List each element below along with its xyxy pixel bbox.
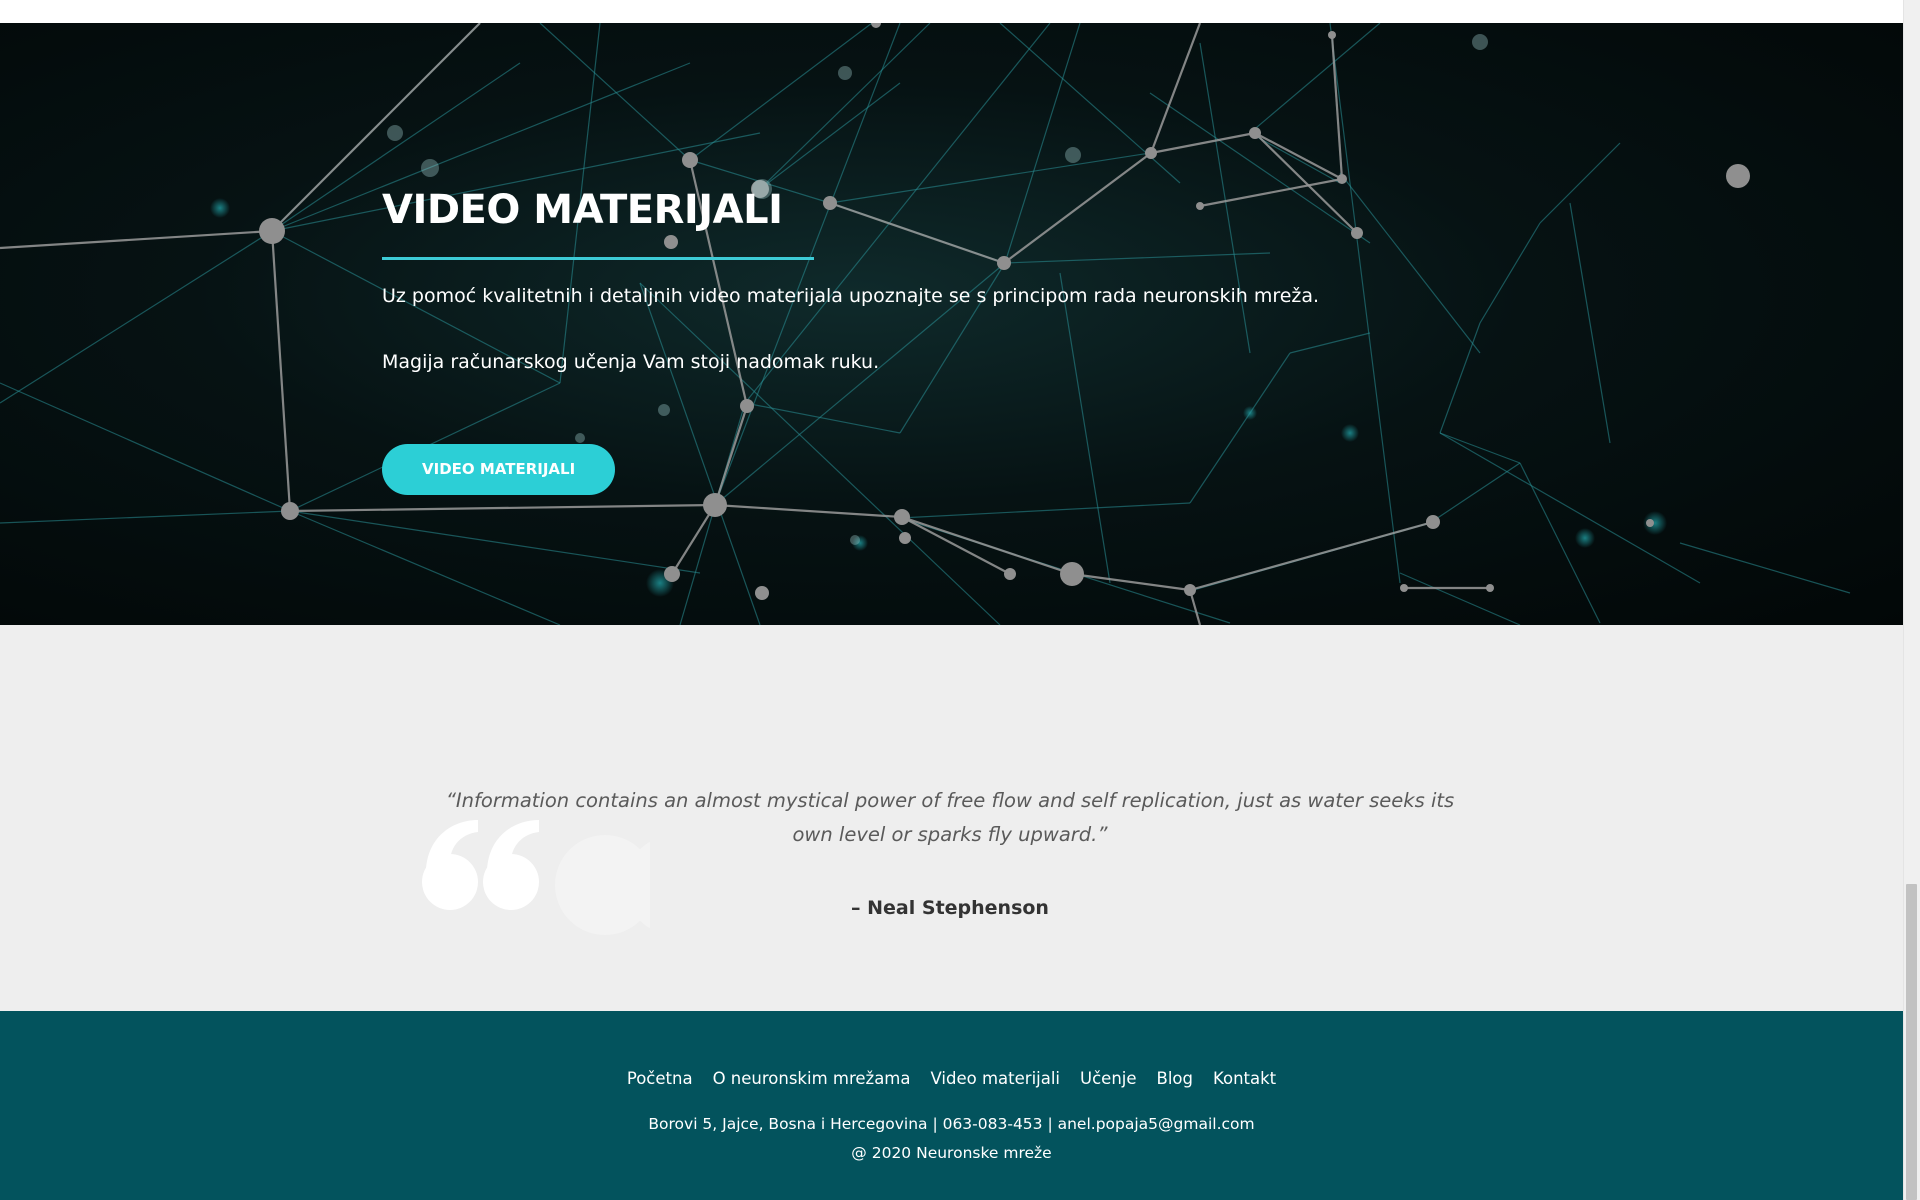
hero-section: VIDEO MATERIJALI Uz pomoć kvalitetnih i … (0, 23, 1903, 625)
scrollbar-thumb[interactable] (1906, 884, 1917, 1200)
footer-link-ucenje[interactable]: Učenje (1080, 1067, 1137, 1091)
page: VIDEO MATERIJALI Uz pomoć kvalitetnih i … (0, 0, 1920, 1200)
footer-contact-info: Borovi 5, Jajce, Bosna i Hercegovina | 0… (648, 1115, 1255, 1133)
top-strip (0, 0, 1903, 23)
footer: Početna O neuronskim mrežama Video mater… (0, 1011, 1903, 1200)
hero-description: Uz pomoć kvalitetnih i detaljnih video m… (382, 285, 1320, 307)
hero-content: VIDEO MATERIJALI Uz pomoć kvalitetnih i … (382, 183, 1382, 495)
hero-title-underline (382, 257, 814, 260)
footer-copyright: @ 2020 Neuronske mreže (851, 1144, 1052, 1162)
footer-link-blog[interactable]: Blog (1157, 1067, 1193, 1091)
video-materials-button[interactable]: VIDEO MATERIJALI (382, 444, 616, 495)
footer-link-pocetna[interactable]: Početna (627, 1067, 693, 1091)
footer-link-o-neuronskim-mrezama[interactable]: O neuronskim mrežama (713, 1067, 911, 1091)
quote-text: “Information contains an almost mystical… (445, 789, 1455, 846)
footer-link-video-materijali[interactable]: Video materijali (931, 1067, 1061, 1091)
hero-tagline: Magija računarskog učenja Vam stoji nado… (382, 351, 880, 373)
hero-title: VIDEO MATERIJALI (382, 187, 783, 233)
quote-author: – Neal Stephenson (851, 897, 1049, 919)
footer-nav: Početna O neuronskim mrežama Video mater… (0, 1067, 1903, 1091)
footer-link-kontakt[interactable]: Kontakt (1213, 1067, 1276, 1091)
